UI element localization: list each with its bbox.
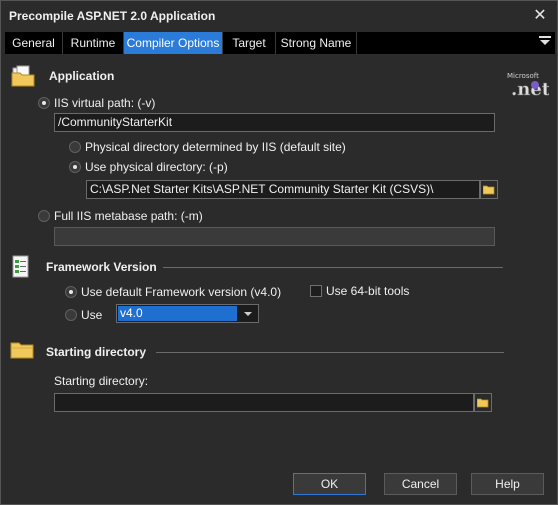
cancel-button[interactable]: Cancel — [384, 473, 457, 495]
open-folder-icon — [483, 185, 495, 195]
use-physical-radio[interactable] — [69, 161, 81, 173]
window-title: Precompile ASP.NET 2.0 Application — [9, 9, 216, 23]
framework-version-select[interactable]: v4.0 — [116, 304, 259, 323]
use-64bit-label: Use 64-bit tools — [326, 284, 410, 298]
framework-divider — [163, 267, 503, 268]
tab-strong-name[interactable]: Strong Name — [276, 32, 357, 54]
starting-directory-input[interactable] — [54, 393, 474, 412]
physical-directory-browse-button[interactable] — [480, 180, 498, 199]
use-64bit-checkbox[interactable] — [310, 285, 322, 297]
chevron-down-icon — [244, 312, 252, 316]
close-button[interactable]: ✕ — [529, 5, 551, 27]
physical-directory-input[interactable]: C:\ASP.Net Starter Kits\ASP.NET Communit… — [86, 180, 480, 199]
svg-text:.net: .net — [511, 79, 549, 98]
framework-document-icon — [11, 255, 33, 282]
application-section-title: Application — [49, 69, 115, 83]
full-iis-metabase-label: Full IIS metabase path: (-m) — [54, 209, 203, 223]
starting-divider — [156, 352, 504, 353]
starting-directory-label: Starting directory: — [54, 374, 149, 388]
tab-target[interactable]: Target — [223, 32, 276, 54]
title-bar: Precompile ASP.NET 2.0 Application ✕ — [1, 1, 557, 31]
use-framework-version-radio[interactable] — [65, 309, 77, 321]
use-framework-version-label: Use — [81, 308, 103, 322]
folder-icon — [10, 340, 36, 363]
physical-by-iis-radio[interactable] — [69, 141, 81, 153]
framework-section-title: Framework Version — [46, 260, 157, 274]
menu-dropdown-icon[interactable] — [539, 36, 551, 50]
full-iis-metabase-radio[interactable] — [38, 210, 50, 222]
full-iis-metabase-input[interactable] — [54, 227, 495, 246]
tab-general[interactable]: General — [5, 32, 63, 54]
iis-virtual-path-radio[interactable] — [38, 97, 50, 109]
tab-runtime[interactable]: Runtime — [63, 32, 124, 54]
tab-compiler-options[interactable]: Compiler Options — [124, 32, 223, 54]
use-physical-label: Use physical directory: (-p) — [85, 160, 228, 174]
dialog-window: Precompile ASP.NET 2.0 Application ✕ Gen… — [0, 0, 558, 505]
folder-document-icon — [11, 65, 37, 90]
tab-bar: General Runtime Compiler Options Target … — [5, 32, 555, 54]
help-button[interactable]: Help — [471, 473, 544, 495]
physical-by-iis-label: Physical directory determined by IIS (de… — [85, 140, 346, 154]
ok-button[interactable]: OK — [293, 473, 366, 495]
net-logo-icon: Microsoft .net — [505, 68, 551, 101]
framework-version-selected: v4.0 — [118, 306, 237, 321]
use-default-framework-radio[interactable] — [65, 286, 77, 298]
iis-virtual-path-label: IIS virtual path: (-v) — [54, 96, 156, 110]
use-default-framework-label: Use default Framework version (v4.0) — [81, 285, 282, 299]
open-folder-icon — [477, 398, 489, 408]
starting-directory-browse-button[interactable] — [474, 393, 492, 412]
iis-virtual-path-input[interactable]: /CommunityStarterKit — [54, 113, 495, 132]
starting-section-title: Starting directory — [46, 345, 147, 359]
